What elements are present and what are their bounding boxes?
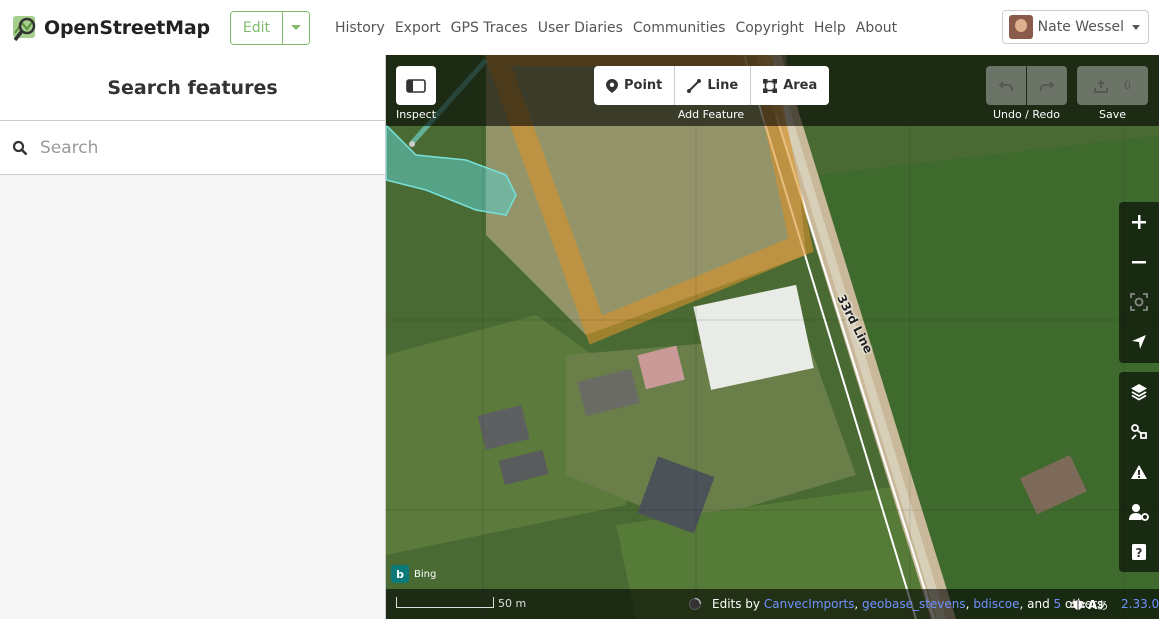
save-count: 0 bbox=[1124, 79, 1131, 92]
sidebar-header: Search features bbox=[0, 55, 385, 121]
imagery-attribution[interactable]: b Bing bbox=[391, 565, 436, 583]
undo-icon bbox=[998, 80, 1013, 91]
attribution-and: and bbox=[1027, 597, 1050, 611]
issues-pane-button[interactable] bbox=[1119, 452, 1159, 492]
search-icon bbox=[12, 140, 28, 155]
inspect-button[interactable] bbox=[396, 66, 436, 105]
user-gear-icon bbox=[1129, 504, 1149, 521]
undo-redo-label: Undo / Redo bbox=[992, 108, 1061, 121]
map-data-pane-button[interactable] bbox=[1119, 412, 1159, 452]
sidebar: Search features bbox=[0, 55, 386, 619]
caret-down-icon bbox=[1132, 24, 1140, 30]
search-row bbox=[0, 121, 385, 175]
top-navigation: OpenStreetMap Edit History Export GPS Tr… bbox=[0, 0, 1159, 55]
point-label: Point bbox=[624, 78, 663, 93]
area-icon bbox=[763, 78, 778, 93]
attribution-user-3[interactable]: bdiscoe bbox=[973, 597, 1019, 611]
map-controls-panes: ? bbox=[1119, 372, 1159, 572]
zoom-out-button[interactable] bbox=[1119, 242, 1159, 282]
map-toolbar: Inspect Point Line Area Add Feature Undo… bbox=[386, 55, 1159, 126]
footer-icons: A あ bbox=[1071, 593, 1115, 615]
version-label[interactable]: 2.33.0 bbox=[1121, 597, 1159, 611]
background-pane-button[interactable] bbox=[1119, 372, 1159, 412]
loading-spinner-icon bbox=[689, 597, 702, 610]
main-nav: History Export GPS Traces User Diaries C… bbox=[335, 20, 907, 36]
brand-name: OpenStreetMap bbox=[44, 16, 210, 39]
nav-user-diaries[interactable]: User Diaries bbox=[538, 20, 623, 36]
scale-bar[interactable] bbox=[396, 597, 494, 608]
area-label: Area bbox=[783, 78, 818, 93]
zoom-to-selection-button[interactable] bbox=[1119, 282, 1159, 322]
redo-button[interactable] bbox=[1027, 66, 1067, 105]
map-footer: 50 m Edits by CanvecImports, geobase_ste… bbox=[386, 589, 1159, 619]
zoom-in-button[interactable] bbox=[1119, 202, 1159, 242]
osm-logo-icon bbox=[13, 15, 36, 41]
user-menu[interactable]: Nate Wessel bbox=[1001, 10, 1149, 44]
add-feature-group: Point Line Area bbox=[594, 66, 830, 105]
plus-icon bbox=[1132, 215, 1146, 229]
user-name: Nate Wessel bbox=[1037, 19, 1124, 35]
line-icon bbox=[687, 78, 702, 93]
zoom-to-selection-icon bbox=[1130, 293, 1148, 311]
edit-button[interactable]: Edit bbox=[230, 11, 284, 44]
avatar bbox=[1008, 15, 1033, 39]
help-pane-button[interactable]: ? bbox=[1119, 532, 1159, 572]
nav-export[interactable]: Export bbox=[395, 20, 441, 36]
caret-down-icon bbox=[291, 24, 302, 30]
translate-icon[interactable]: A あ bbox=[1088, 597, 1108, 611]
add-area-button[interactable]: Area bbox=[751, 66, 829, 105]
point-icon bbox=[606, 78, 618, 93]
attribution-others-count[interactable]: 5 bbox=[1054, 597, 1062, 611]
satellite-imagery bbox=[386, 55, 1159, 619]
attribution-prefix: Edits by bbox=[712, 597, 761, 611]
warning-icon bbox=[1131, 465, 1147, 479]
redo-icon bbox=[1040, 80, 1055, 91]
bug-icon[interactable] bbox=[1071, 597, 1085, 611]
svg-text:?: ? bbox=[1136, 546, 1143, 560]
preferences-pane-button[interactable] bbox=[1119, 492, 1159, 532]
brand[interactable]: OpenStreetMap bbox=[10, 13, 210, 43]
undo-button[interactable] bbox=[986, 66, 1026, 105]
svg-text:あ: あ bbox=[1097, 599, 1108, 611]
attribution-user-2[interactable]: geobase_stevens bbox=[862, 597, 966, 611]
nav-communities[interactable]: Communities bbox=[633, 20, 726, 36]
map-canvas[interactable]: 33rd Line Inspect Point Line Area Add Fe… bbox=[386, 55, 1159, 619]
geolocate-button[interactable] bbox=[1119, 322, 1159, 362]
add-line-button[interactable]: Line bbox=[675, 66, 752, 105]
layers-icon bbox=[1131, 384, 1147, 401]
help-book-icon: ? bbox=[1132, 544, 1146, 560]
map-data-icon bbox=[1131, 424, 1147, 440]
nav-history[interactable]: History bbox=[335, 20, 385, 36]
add-feature-label: Add Feature bbox=[677, 108, 745, 121]
nav-help[interactable]: Help bbox=[814, 20, 846, 36]
edits-attribution: Edits by CanvecImports, geobase_stevens,… bbox=[712, 597, 1104, 611]
save-button[interactable]: 0 bbox=[1077, 66, 1148, 105]
inspect-label: Inspect bbox=[395, 108, 437, 121]
edit-button-group: Edit bbox=[229, 10, 311, 45]
edit-dropdown-button[interactable] bbox=[283, 11, 310, 44]
bing-logo-icon: b bbox=[391, 565, 409, 583]
scale-label: 50 m bbox=[498, 597, 527, 610]
upload-icon bbox=[1094, 79, 1108, 93]
nav-about[interactable]: About bbox=[856, 20, 897, 36]
sidebar-title: Search features bbox=[107, 76, 278, 99]
line-label: Line bbox=[707, 78, 739, 93]
save-label: Save bbox=[1098, 108, 1126, 121]
attribution-user-1[interactable]: CanvecImports bbox=[764, 597, 855, 611]
nav-gps-traces[interactable]: GPS Traces bbox=[451, 20, 528, 36]
nav-copyright[interactable]: Copyright bbox=[735, 20, 803, 36]
location-arrow-icon bbox=[1132, 335, 1146, 349]
search-input[interactable] bbox=[40, 137, 360, 158]
add-point-button[interactable]: Point bbox=[594, 66, 676, 105]
map-controls-zoom bbox=[1119, 202, 1159, 363]
minus-icon bbox=[1132, 261, 1146, 264]
sidebar-toggle-icon bbox=[406, 78, 426, 93]
bing-label: Bing bbox=[414, 568, 437, 580]
